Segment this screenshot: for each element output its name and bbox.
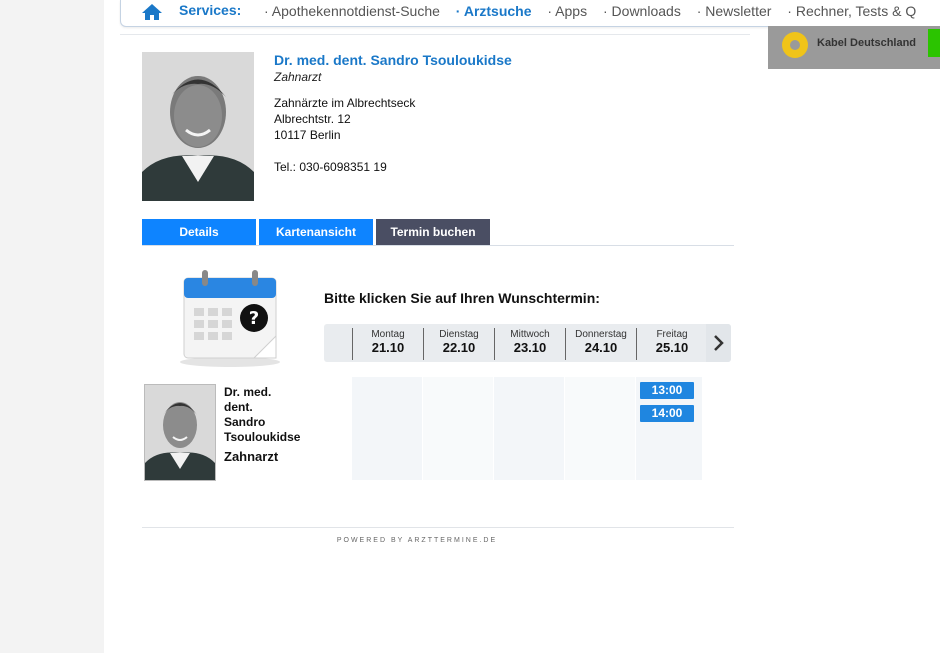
- tab-termin-buchen[interactable]: Termin buchen: [376, 219, 490, 245]
- nav-link-arztsuche[interactable]: · Arztsuche: [456, 3, 532, 19]
- practice-name: Zahnärzte im Albrechtseck: [274, 96, 416, 110]
- powered-by-link[interactable]: POWERED BY ARZTTERMINE.DE: [142, 537, 692, 544]
- practice-phone: Tel.: 030-6098351 19: [274, 160, 387, 174]
- ad-logo-icon: [782, 32, 808, 58]
- home-icon[interactable]: [141, 3, 163, 21]
- day-header-wednesday: Mittwoch 23.10: [494, 328, 565, 360]
- slot-column-wednesday: [494, 377, 564, 480]
- day-name: Dienstag: [439, 329, 479, 340]
- booking-doctor-specialty: Zahnarzt: [224, 449, 279, 464]
- booking-prompt: Bitte klicken Sie auf Ihren Wunschtermin…: [324, 290, 600, 306]
- tab-kartenansicht[interactable]: Kartenansicht: [259, 219, 373, 245]
- tab-details[interactable]: Details: [142, 219, 256, 245]
- left-gutter: [0, 0, 104, 653]
- services-label: Services:: [179, 2, 242, 18]
- svg-text:?: ?: [249, 308, 259, 329]
- services-bar: Services: · Apothekennotdienst-Suche · A…: [120, 0, 940, 27]
- name-line: Tsouloukidse: [224, 430, 301, 444]
- services-nav: · Apothekennotdienst-Suche · Arztsuche ·…: [264, 3, 928, 19]
- ad-accent: [928, 29, 940, 57]
- day-header-monday: Montag 21.10: [352, 328, 423, 360]
- nav-link-apothekennotdienst[interactable]: · Apothekennotdienst-Suche: [264, 3, 440, 19]
- day-name: Mittwoch: [510, 329, 550, 340]
- day-header-strip: Montag 21.10 Dienstag 22.10 Mittwoch 23.…: [324, 324, 731, 362]
- time-slot-button[interactable]: 14:00: [640, 405, 694, 422]
- day-date: 24.10: [584, 340, 618, 355]
- day-header-tuesday: Dienstag 22.10: [423, 328, 494, 360]
- doctor-portrait-icon: [145, 385, 215, 480]
- day-name: Donnerstag: [575, 329, 627, 340]
- nav-link-downloads[interactable]: · Downloads: [603, 3, 681, 19]
- practice-city: 10117 Berlin: [274, 128, 341, 142]
- day-name: Freitag: [656, 329, 688, 340]
- practice-street: Albrechtstr. 12: [274, 112, 351, 126]
- slot-column-monday: [352, 377, 422, 480]
- ad-banner[interactable]: Kabel Deutschland: [768, 26, 940, 69]
- ad-text: Kabel Deutschland: [817, 37, 917, 49]
- slot-column-tuesday: [423, 377, 493, 480]
- day-date: 22.10: [442, 340, 476, 355]
- footer-divider: [142, 527, 734, 528]
- name-line: dent.: [224, 400, 253, 414]
- next-week-button[interactable]: [706, 324, 731, 362]
- booking-doctor-name: Dr. med. dent. Sandro Tsouloukidse: [224, 385, 324, 445]
- day-header-thursday: Donnerstag 24.10: [565, 328, 636, 360]
- nav-link-apps[interactable]: · Apps: [547, 3, 587, 19]
- time-slot-button[interactable]: 13:00: [640, 382, 694, 399]
- nav-link-rechner[interactable]: · Rechner, Tests & Q: [787, 3, 916, 19]
- nav-link-newsletter[interactable]: · Newsletter: [697, 3, 772, 19]
- day-header-friday: Freitag 25.10: [636, 328, 707, 360]
- day-name: Montag: [371, 329, 405, 340]
- doctor-photo: [142, 52, 254, 201]
- doctor-thumbnail: [144, 384, 216, 481]
- doctor-portrait-icon: [142, 52, 254, 201]
- name-line: Dr. med.: [224, 385, 272, 399]
- slot-column-thursday: [565, 377, 635, 480]
- name-line: Sandro: [224, 415, 266, 429]
- day-date: 23.10: [513, 340, 547, 355]
- day-date: 21.10: [371, 340, 405, 355]
- divider: [120, 34, 750, 35]
- tab-divider: [142, 245, 734, 246]
- doctor-name[interactable]: Dr. med. dent. Sandro Tsouloukidse: [274, 52, 512, 68]
- doctor-specialty: Zahnarzt: [274, 70, 322, 84]
- day-date: 25.10: [655, 340, 689, 355]
- calendar-question-icon: ?: [180, 270, 280, 367]
- chevron-right-icon: [714, 335, 724, 351]
